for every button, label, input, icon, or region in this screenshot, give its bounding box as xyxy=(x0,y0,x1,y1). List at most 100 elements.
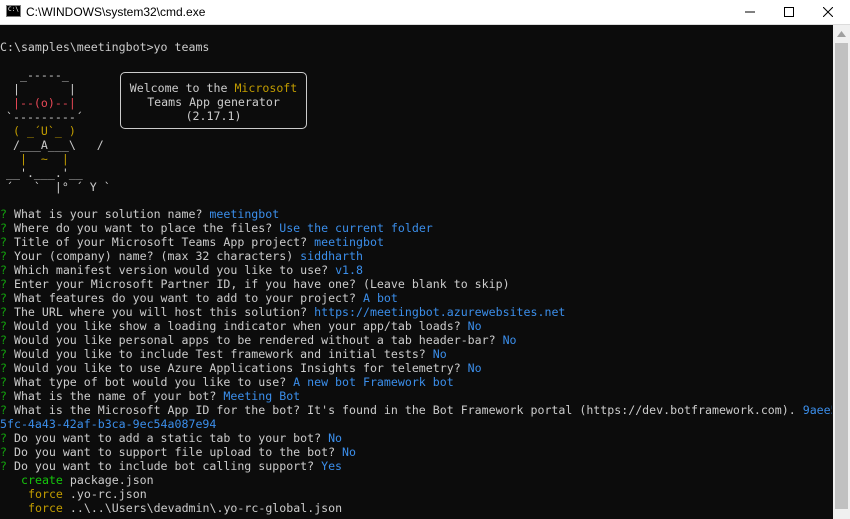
prompt-line: ? What is your solution name? meetingbot xyxy=(0,207,279,221)
close-icon xyxy=(823,7,833,17)
prompt-answer: No xyxy=(467,319,482,333)
scroll-down-button[interactable] xyxy=(833,510,850,519)
ascii-art-line: /___A___\ / xyxy=(6,138,104,152)
cmd-window: C:\ C:\WINDOWS\system32\cmd.exe C:\sampl… xyxy=(0,0,850,519)
prompt-line: ? What is the name of your bot? Meeting … xyxy=(0,389,300,403)
prompt-question: What type of bot would you like to use? xyxy=(13,375,294,389)
question-mark: ? xyxy=(0,389,7,403)
maximize-icon xyxy=(784,7,794,17)
prompt-line: ? Your (company) name? (max 32 character… xyxy=(0,249,363,263)
prompt-question: What is the Microsoft App ID for the bot… xyxy=(13,403,803,417)
output-line: force .yo-rc.json xyxy=(28,487,147,501)
scroll-thumb[interactable] xyxy=(835,43,848,509)
prompt-question: Where do you want to place the files? xyxy=(13,221,280,235)
prompt-line: ? Do you want to include bot calling sup… xyxy=(0,459,342,473)
question-mark: ? xyxy=(0,221,7,235)
console-icon: C:\ xyxy=(6,5,21,17)
prompt-line: ? Do you want to add a static tab to you… xyxy=(0,431,342,445)
prompt-question: What is the name of your bot? xyxy=(13,389,224,403)
prompt-answer: No xyxy=(467,361,482,375)
prompt-line: ? The URL where you will host this solut… xyxy=(0,305,565,319)
prompt-question: What is your solution name? xyxy=(13,207,210,221)
ascii-art-line: |--(o)--| xyxy=(6,96,76,110)
welcome-line-1: Welcome to the Microsoft xyxy=(121,81,306,95)
question-mark: ? xyxy=(0,319,7,333)
prompt-line: ? Title of your Microsoft Teams App proj… xyxy=(0,235,384,249)
ascii-art-line: _-----_ xyxy=(6,68,69,82)
prompt-question: Would you like to use Azure Applications… xyxy=(13,361,468,375)
prompt-question: Enter your Microsoft Partner ID, if you … xyxy=(13,277,510,291)
prompt-question: The URL where you will host this solutio… xyxy=(13,305,315,319)
question-mark: ? xyxy=(0,361,7,375)
console-output[interactable]: C:\samples\meetingbot>yo teams _-----_ |… xyxy=(0,34,832,519)
prompt-answer: meetingbot xyxy=(209,207,280,221)
prompt-answer: No xyxy=(328,431,343,445)
prompt-line: ? Would you like show a loading indicato… xyxy=(0,319,482,333)
prompt-line: ? Would you like to include Test framewo… xyxy=(0,347,447,361)
ascii-art-line: | | xyxy=(6,82,76,96)
prompt-answer: A bot xyxy=(362,291,398,305)
question-mark: ? xyxy=(0,431,7,445)
prompt-answer: https://meetingbot.azurewebsites.net xyxy=(314,305,566,319)
output-path: .yo-rc.json xyxy=(69,487,147,501)
prompt-line: ? What is the Microsoft App ID for the b… xyxy=(0,403,832,417)
prompt-question: Do you want to include bot calling suppo… xyxy=(13,459,322,473)
output-action: force xyxy=(28,501,63,515)
prompt-answer: 9aee5 xyxy=(802,403,832,417)
question-mark: ? xyxy=(0,347,7,361)
prompt-line: ? Do you want to support file upload to … xyxy=(0,445,356,459)
app-id-wrap-line: 5fc-4a43-42af-b3ca-9ec54a087e94 xyxy=(0,417,217,431)
question-mark: ? xyxy=(0,291,7,305)
console-icon-text: C:\ xyxy=(8,6,19,13)
prompt-question: Which manifest version would you like to… xyxy=(13,263,336,277)
output-action: create xyxy=(21,473,63,487)
title-bar[interactable]: C:\ C:\WINDOWS\system32\cmd.exe xyxy=(0,0,850,25)
prompt-answer: v1.8 xyxy=(335,263,363,277)
question-mark: ? xyxy=(0,305,7,319)
vertical-scrollbar[interactable] xyxy=(833,25,850,519)
prompt-question: Do you want to support file upload to th… xyxy=(13,445,343,459)
prompt-question: Would you like to include Test framework… xyxy=(13,347,433,361)
prompt-answer: siddharth xyxy=(300,249,363,263)
prompt-line: ? Which manifest version would you like … xyxy=(0,263,363,277)
prompt-answer: meetingbot xyxy=(314,235,384,249)
output-line: force ..\..\Users\devadmin\.yo-rc-global… xyxy=(28,501,342,515)
prompt-question: Your (company) name? (max 32 characters) xyxy=(13,249,301,263)
question-mark: ? xyxy=(0,459,7,473)
close-button[interactable] xyxy=(805,0,850,24)
output-path: ..\..\Users\devadmin\.yo-rc-global.json xyxy=(69,501,343,515)
prompt-line: ? What type of bot would you like to use… xyxy=(0,375,454,389)
scroll-up-button[interactable] xyxy=(833,25,850,42)
ascii-art-line: | ~ | xyxy=(6,152,69,166)
prompt-question: Do you want to add a static tab to your … xyxy=(13,431,329,445)
prompt-question: Would you like personal apps to be rende… xyxy=(13,333,503,347)
question-mark: ? xyxy=(0,403,7,417)
prompt-answer: Meeting Bot xyxy=(223,389,301,403)
ascii-art-line: ´ ` |° ´ Y ` xyxy=(6,180,111,194)
prompt-line: ? Where do you want to place the files? … xyxy=(0,221,433,235)
welcome-line-1-accent: Microsoft xyxy=(234,81,298,95)
question-mark: ? xyxy=(0,263,7,277)
prompt-answer: Use the current folder xyxy=(279,221,433,235)
output-action: force xyxy=(28,487,63,501)
prompt-line: C:\samples\meetingbot>yo teams xyxy=(0,40,210,54)
question-mark: ? xyxy=(0,445,7,459)
prompt-line: ? Enter your Microsoft Partner ID, if yo… xyxy=(0,277,510,291)
question-mark: ? xyxy=(0,249,7,263)
question-mark: ? xyxy=(0,207,7,221)
ascii-art-line: __'.___.'__ xyxy=(6,166,83,180)
welcome-box: Welcome to the Microsoft Teams App gener… xyxy=(120,72,307,129)
minimize-icon xyxy=(745,11,755,13)
window-title: C:\WINDOWS\system32\cmd.exe xyxy=(26,5,206,19)
output-line: create package.json xyxy=(21,473,154,487)
prompt-question: Title of your Microsoft Teams App projec… xyxy=(13,235,315,249)
prompt-answer: Yes xyxy=(321,459,343,473)
chevron-up-icon xyxy=(837,30,846,37)
question-mark: ? xyxy=(0,333,7,347)
prompt-line: ? Would you like personal apps to be ren… xyxy=(0,333,517,347)
ascii-art-line: `---------´ xyxy=(6,110,83,124)
question-mark: ? xyxy=(0,235,7,249)
prompt-line: ? Would you like to use Azure Applicatio… xyxy=(0,361,482,375)
question-mark: ? xyxy=(0,277,7,291)
prompt-line: ? What features do you want to add to yo… xyxy=(0,291,398,305)
